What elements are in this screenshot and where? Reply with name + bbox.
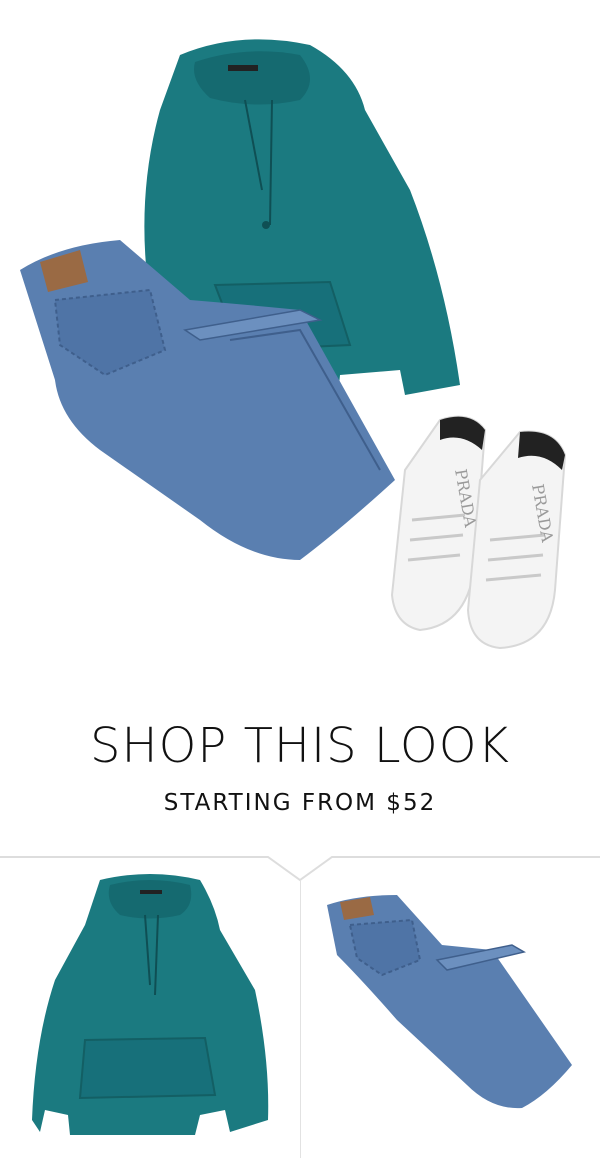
jeans-thumbnail — [327, 895, 572, 1109]
sneakers-image[interactable]: PRADA PRADA — [390, 415, 567, 650]
starting-price: STARTING FROM $52 — [163, 790, 437, 816]
outfit-collage: PRADA PRADA — [20, 39, 567, 650]
product-card-hoodie[interactable] — [0, 870, 300, 1158]
product-divider — [300, 880, 301, 1158]
shop-this-look-title: SHOP THIS LOOK — [90, 718, 510, 774]
product-card-jeans[interactable] — [302, 870, 600, 1158]
hoodie-thumbnail — [32, 874, 269, 1135]
